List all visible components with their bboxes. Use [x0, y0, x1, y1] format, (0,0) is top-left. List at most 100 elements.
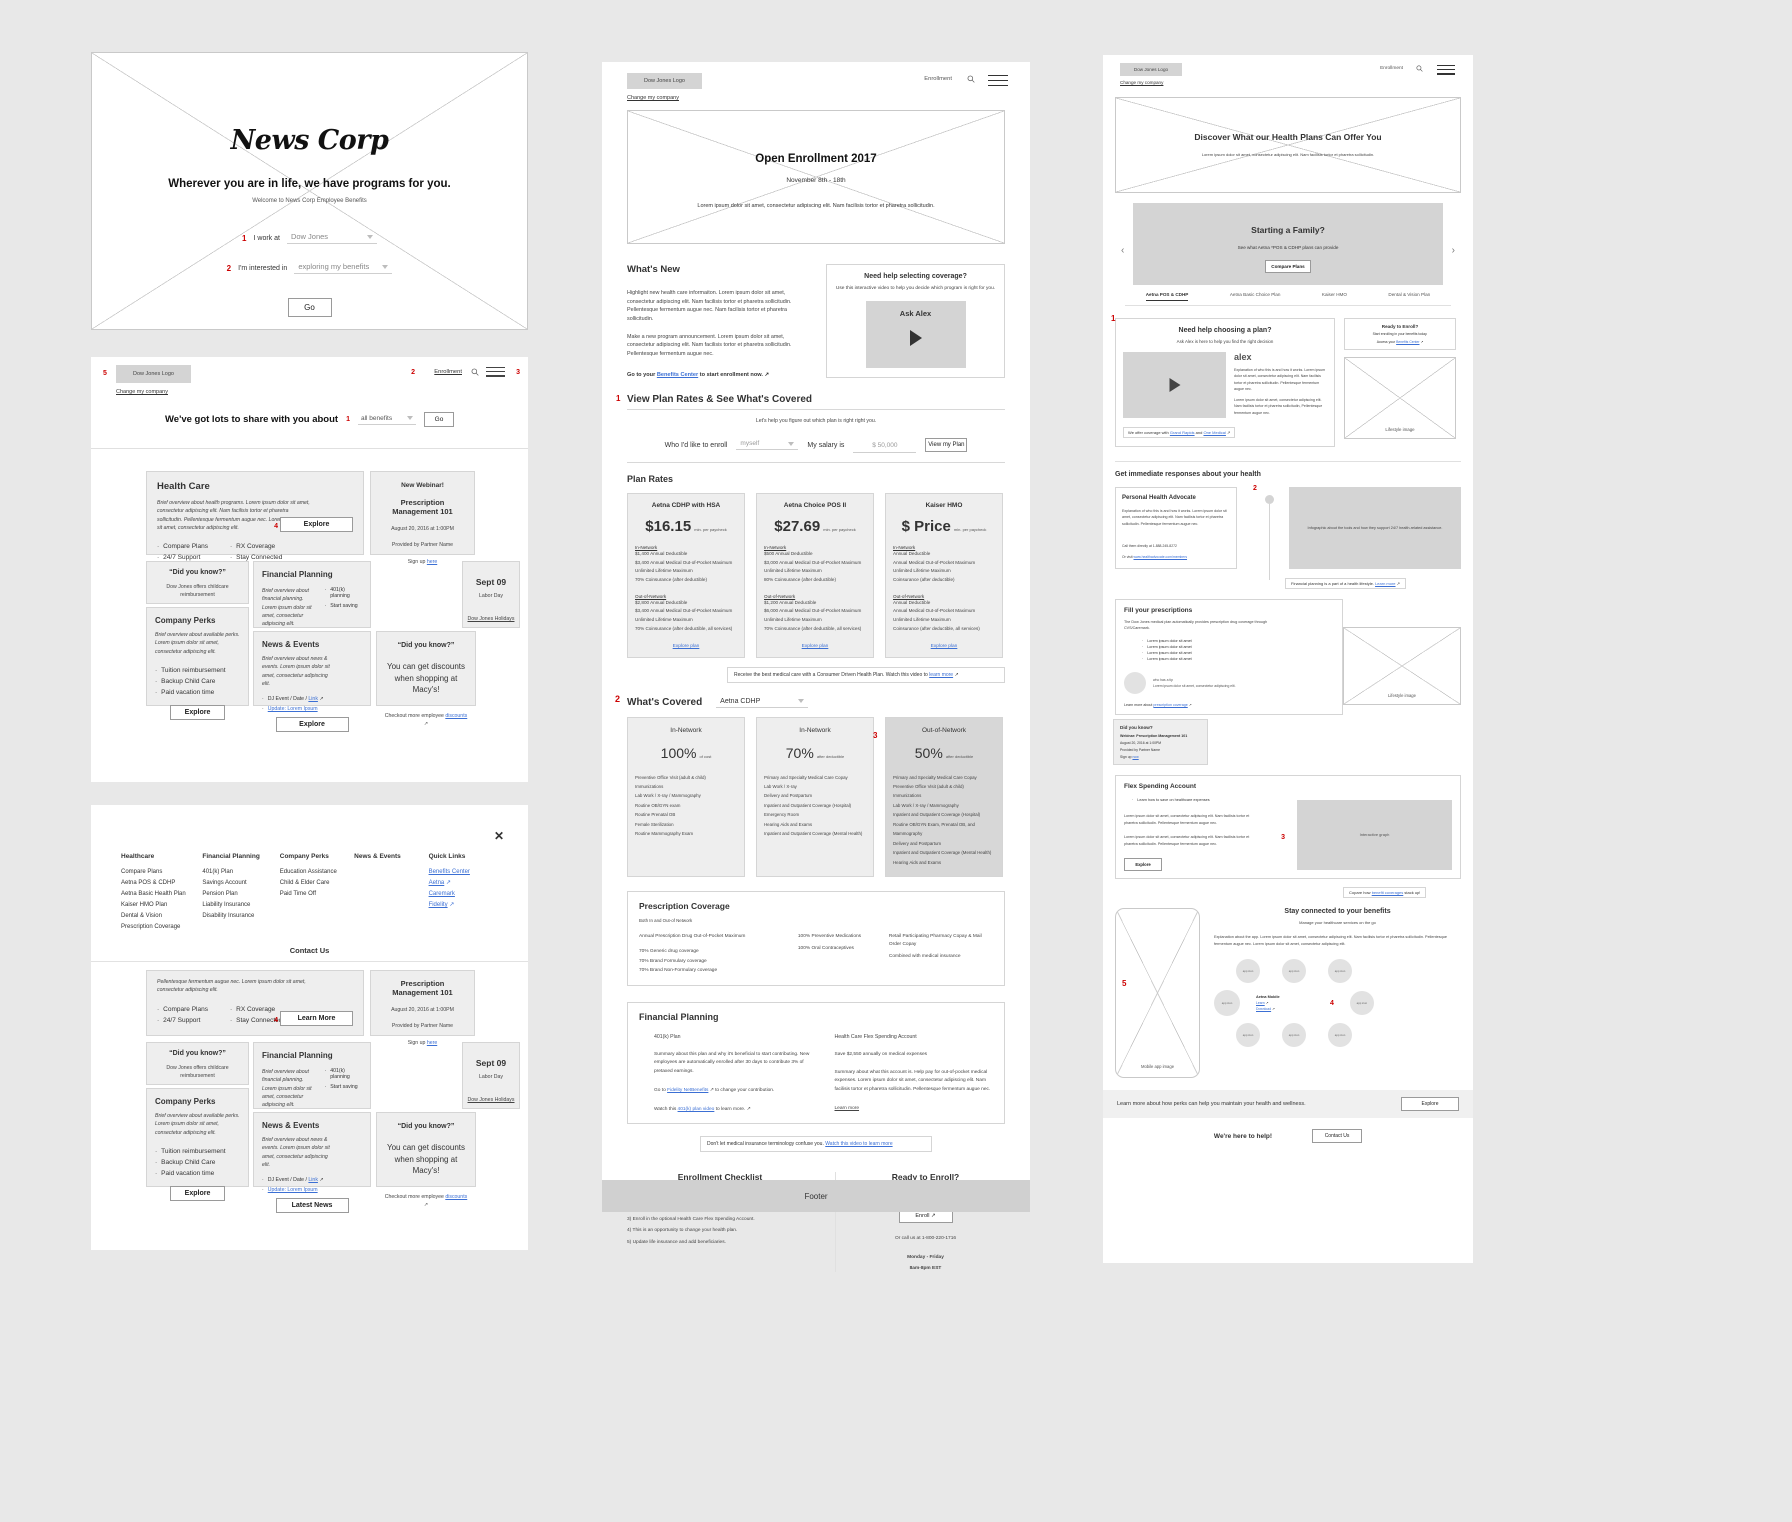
menu-link[interactable]: Paid Time Off — [280, 889, 354, 900]
flex-explore-button[interactable]: Explore — [1124, 858, 1162, 872]
featured-app-learn-link[interactable]: Learn — [1256, 1001, 1265, 1005]
menu-link[interactable]: Aetna POS & CDHP — [121, 878, 202, 889]
did-you-know-card[interactable]: Did you know? Webinar: Prescription Mana… — [1113, 718, 1208, 765]
featured-app-download-link[interactable]: Download — [1256, 1007, 1271, 1011]
enroll-who-select[interactable]: myself — [736, 440, 799, 451]
menu-link[interactable]: Education Assistance — [280, 867, 354, 878]
card-company-perks[interactable]: Company Perks Brief overview about avail… — [146, 607, 249, 720]
app-icon-featured[interactable]: app icon — [1214, 990, 1240, 1017]
card-financial-planning[interactable]: Financial Planning Brief overview about … — [253, 561, 371, 653]
webinar-signup-link-behind[interactable]: here — [427, 1040, 437, 1046]
quick-link[interactable]: Aetna — [429, 880, 445, 886]
search-icon[interactable] — [1416, 65, 1423, 72]
fp-fsa-learn-more-link[interactable]: Learn more — [835, 1105, 994, 1113]
news-update-link[interactable]: Update: Lorem Ipsum — [268, 706, 318, 712]
401k-video-link[interactable]: 401(k) plan video — [678, 1107, 715, 1112]
quick-link[interactable]: Caremark — [429, 891, 455, 897]
fidelity-link[interactable]: Fidelity NetBenefits — [667, 1088, 708, 1093]
carousel-tab-dental[interactable]: Dental & Vision Plan — [1388, 292, 1430, 301]
video-note-link[interactable]: learn more — [929, 672, 953, 678]
health-advocate-link[interactable]: www.healthadvocate.com/members — [1134, 555, 1188, 559]
carousel-tab-aetna-basic[interactable]: Aetna Basic Choice Plan — [1230, 292, 1281, 301]
card-news-behind[interactable]: News & Events Brief overview about news … — [253, 1112, 371, 1214]
benefits-center-link[interactable]: Benefits Center — [1396, 340, 1419, 344]
menu-link[interactable]: Pension Plan — [202, 889, 279, 900]
discount-link-behind[interactable]: discounts — [445, 1194, 467, 1200]
ask-alex-block[interactable]: Need help selecting coverage? Use this i… — [826, 264, 1005, 379]
compare-plans-button[interactable]: Compare Plans — [1265, 260, 1311, 273]
news-event-link-behind[interactable]: Link — [308, 1177, 318, 1183]
signup-link[interactable]: now — [1132, 755, 1138, 759]
contact-us-heading[interactable]: Contact Us — [91, 946, 528, 955]
play-icon[interactable] — [909, 329, 922, 346]
discount-link[interactable]: discounts — [445, 713, 467, 719]
enrollment-link[interactable]: Enrollment — [924, 76, 952, 82]
health-care-learn-more-button[interactable]: Learn More — [280, 1011, 353, 1026]
prescription-coverage-link[interactable]: prescription coverage — [1153, 703, 1187, 707]
menu-link[interactable]: Dental & Vision — [121, 911, 202, 922]
enrollment-link[interactable]: Enrollment — [1380, 66, 1403, 71]
health-care-explore-button[interactable]: Explore — [280, 517, 353, 532]
news-explore-button[interactable]: Explore — [275, 717, 349, 733]
dow-jones-logo[interactable]: Dow Jones Logo — [1120, 63, 1182, 76]
card-health-care[interactable]: Health Care Brief overview about health … — [146, 471, 364, 561]
menu-link[interactable]: Compare Plans — [121, 867, 202, 878]
menu-link[interactable]: Aetna Basic Health Plan — [121, 889, 202, 900]
card-webinar-behind[interactable]: Prescription Management 101 August 20, 2… — [370, 970, 475, 1046]
search-icon[interactable] — [967, 75, 975, 83]
carousel-slide[interactable]: Starting a Family? See what Aetna *POS &… — [1133, 203, 1443, 285]
benefits-filter-select[interactable]: all benefits — [358, 415, 416, 425]
menu-link[interactable]: Savings Account — [202, 878, 279, 889]
covered-column-1[interactable]: In-Network 100% of cost Preventive Offic… — [627, 716, 745, 878]
hamburger-icon[interactable] — [486, 367, 505, 377]
news-update-link-behind[interactable]: Update: Lorem Ipsum — [268, 1187, 318, 1193]
explore-plan-link[interactable]: Explore plan — [893, 644, 995, 649]
news-event-link[interactable]: Link — [308, 696, 318, 702]
change-company-link[interactable]: Change my company — [627, 95, 679, 101]
view-my-plan-button[interactable]: View my Plan — [925, 438, 968, 453]
card-did-you-know[interactable]: “Did you know?” Dow Jones offers childca… — [146, 561, 249, 616]
app-icon[interactable]: app icon — [1282, 959, 1306, 984]
card-health-care-behind[interactable]: Pellentesque fermentum augue nec. Lorem … — [146, 970, 364, 1036]
salary-input[interactable]: $ 50,000 — [853, 438, 917, 453]
covered-plan-select[interactable]: Aetna CDHP — [716, 698, 809, 708]
company-select[interactable]: Dow Jones — [286, 232, 377, 244]
carousel-tab-aetna-pos[interactable]: Aetna POS & CDHP — [1145, 292, 1189, 301]
app-icon[interactable]: app icon — [1236, 959, 1260, 984]
card-perks-behind[interactable]: Company Perks Brief overview about avail… — [146, 1088, 249, 1201]
app-icon[interactable]: app icon — [1282, 1023, 1306, 1048]
explore-plan-link[interactable]: Explore plan — [635, 644, 737, 649]
explore-plan-link[interactable]: Explore plan — [764, 644, 866, 649]
card-webinar[interactable]: New Webinar! Prescription Management 101… — [370, 471, 475, 565]
quick-link[interactable]: Fidelity — [429, 902, 448, 908]
menu-link[interactable]: Prescription Coverage — [121, 922, 202, 933]
chevron-right-icon[interactable]: › — [1452, 245, 1455, 256]
menu-link[interactable]: Disability Insurance — [202, 911, 279, 922]
prescriptions-card[interactable]: Fill your prescriptions The Dow Jones me… — [1115, 599, 1343, 715]
grand-rapids-link[interactable]: Grand Rapids — [1170, 430, 1195, 435]
app-icon[interactable]: app icon — [1328, 1023, 1352, 1048]
contact-us-button[interactable]: Contact Us — [1312, 1129, 1363, 1144]
menu-link[interactable]: Child & Elder Care — [280, 878, 354, 889]
card-discounts[interactable]: “Did you know?” You can get discounts wh… — [376, 631, 476, 727]
plan-card-kaiser[interactable]: Kaiser HMO $ Price min. per paycheck In-… — [885, 492, 1003, 658]
play-icon[interactable] — [1169, 378, 1180, 392]
card-dyk-behind[interactable]: “Did you know?” Dow Jones offers childca… — [146, 1042, 249, 1097]
change-company-link[interactable]: Change my company — [116, 389, 168, 395]
holiday-link[interactable]: Dow Jones Holidays — [467, 615, 515, 623]
ready-to-enroll-box[interactable]: Ready to Enroll? Start enrolling in your… — [1344, 318, 1456, 350]
home-go-button[interactable]: Go — [424, 412, 454, 427]
perks-explore-button[interactable]: Explore — [1401, 1097, 1459, 1112]
dow-jones-logo[interactable]: Dow Jones Logo — [627, 73, 702, 89]
card-holiday[interactable]: Sept 09 Labor Day Dow Jones Holidays — [462, 561, 520, 628]
plan-card-aetna-pos[interactable]: Aetna Choice POS II $27.69 min. per payc… — [756, 492, 874, 658]
carousel-tab-kaiser[interactable]: Kaiser HMO — [1322, 292, 1347, 301]
enrollment-link[interactable]: Enrollment — [434, 369, 462, 375]
latest-news-button[interactable]: Latest News — [275, 1198, 349, 1214]
benefit-coverages-link[interactable]: benefit coverages — [1372, 890, 1404, 895]
menu-link[interactable]: 401(k) Plan — [202, 867, 279, 878]
card-discounts-behind[interactable]: “Did you know?” You can get discounts wh… — [376, 1112, 476, 1208]
perks-explore-button-behind[interactable]: Explore — [170, 1185, 225, 1201]
financial-note-link[interactable]: Learn more — [1375, 581, 1395, 586]
app-icon[interactable]: app icon — [1328, 959, 1352, 984]
